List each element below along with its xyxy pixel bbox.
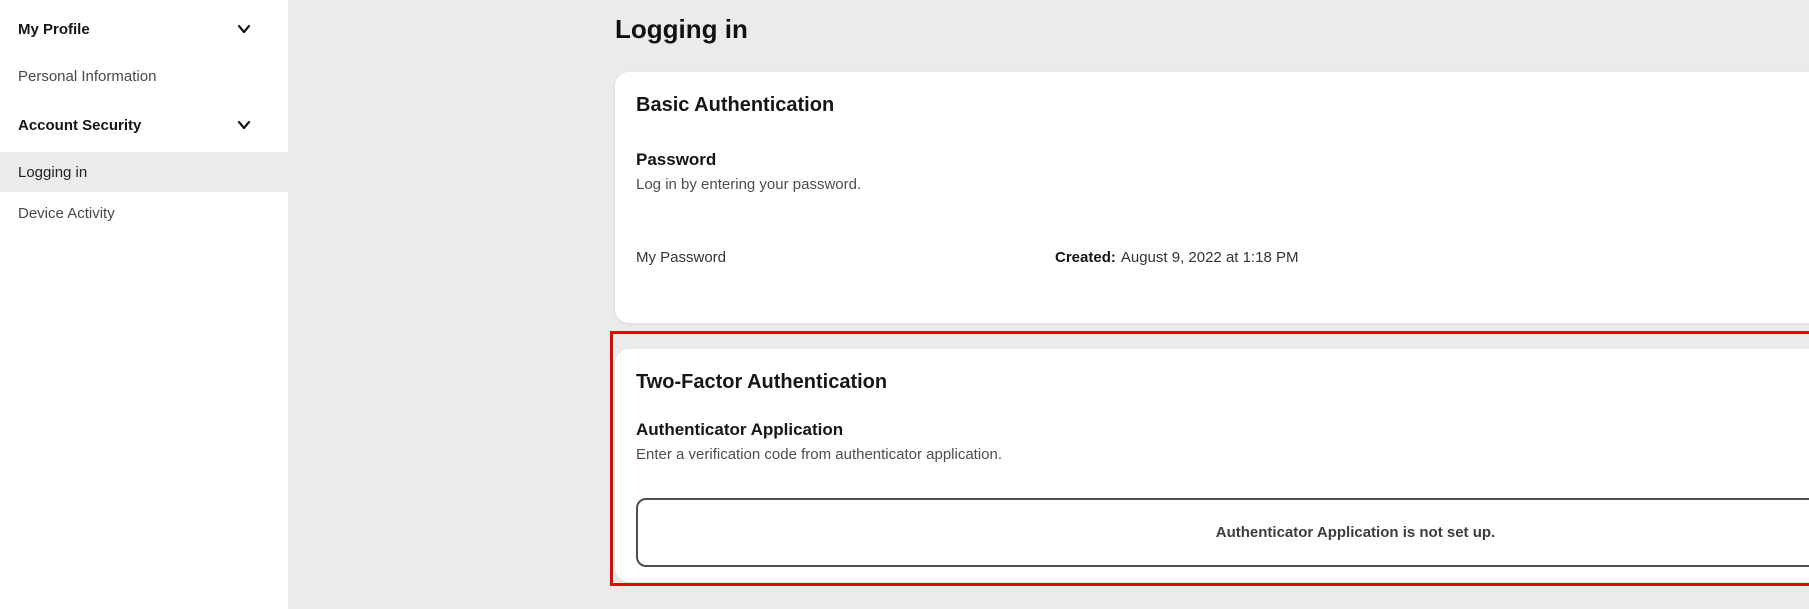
chevron-down-icon [237, 24, 251, 34]
sidebar-item-label: Account Security [18, 117, 141, 134]
basic-authentication-card: Basic Authentication Password Log in by … [615, 72, 1809, 323]
authenticator-application-description: Enter a verification code from authentic… [636, 446, 1002, 463]
sidebar-item-label: Personal Information [18, 68, 156, 85]
sidebar-item-label: Device Activity [18, 205, 115, 222]
two-factor-authentication-card: Two-Factor Authentication Authenticator … [615, 349, 1809, 582]
authenticator-application-title: Authenticator Application [636, 420, 843, 440]
main-content: Logging in Basic Authentication Password… [288, 0, 1809, 609]
sidebar-item-device-activity[interactable]: Device Activity [0, 193, 288, 233]
chevron-down-icon [237, 120, 251, 130]
sidebar-item-label: My Profile [18, 21, 90, 38]
sidebar-item-label: Logging in [18, 164, 87, 181]
card-title: Two-Factor Authentication [636, 371, 887, 394]
sidebar-item-logging-in[interactable]: Logging in [0, 152, 288, 192]
sidebar-item-personal-information[interactable]: Personal Information [0, 56, 288, 96]
password-section-description: Log in by entering your password. [636, 176, 861, 193]
password-created-line: Created: August 9, 2022 at 1:18 PM [1055, 249, 1298, 266]
sidebar-nav: My Profile Personal Information Account … [0, 0, 288, 609]
created-value: August 9, 2022 at 1:18 PM [1121, 249, 1299, 266]
password-section-title: Password [636, 150, 716, 170]
authenticator-empty-state-text: Authenticator Application is not set up. [1216, 524, 1495, 541]
password-row-label: My Password [636, 249, 726, 266]
page-title: Logging in [615, 14, 748, 45]
sidebar-item-account-security[interactable]: Account Security [0, 105, 288, 145]
sidebar-item-my-profile[interactable]: My Profile [0, 9, 288, 49]
card-title: Basic Authentication [636, 94, 834, 117]
created-label: Created: [1055, 249, 1116, 266]
account-settings-page: My Profile Personal Information Account … [0, 0, 1809, 609]
authenticator-empty-state-box: Authenticator Application is not set up. [636, 498, 1809, 567]
